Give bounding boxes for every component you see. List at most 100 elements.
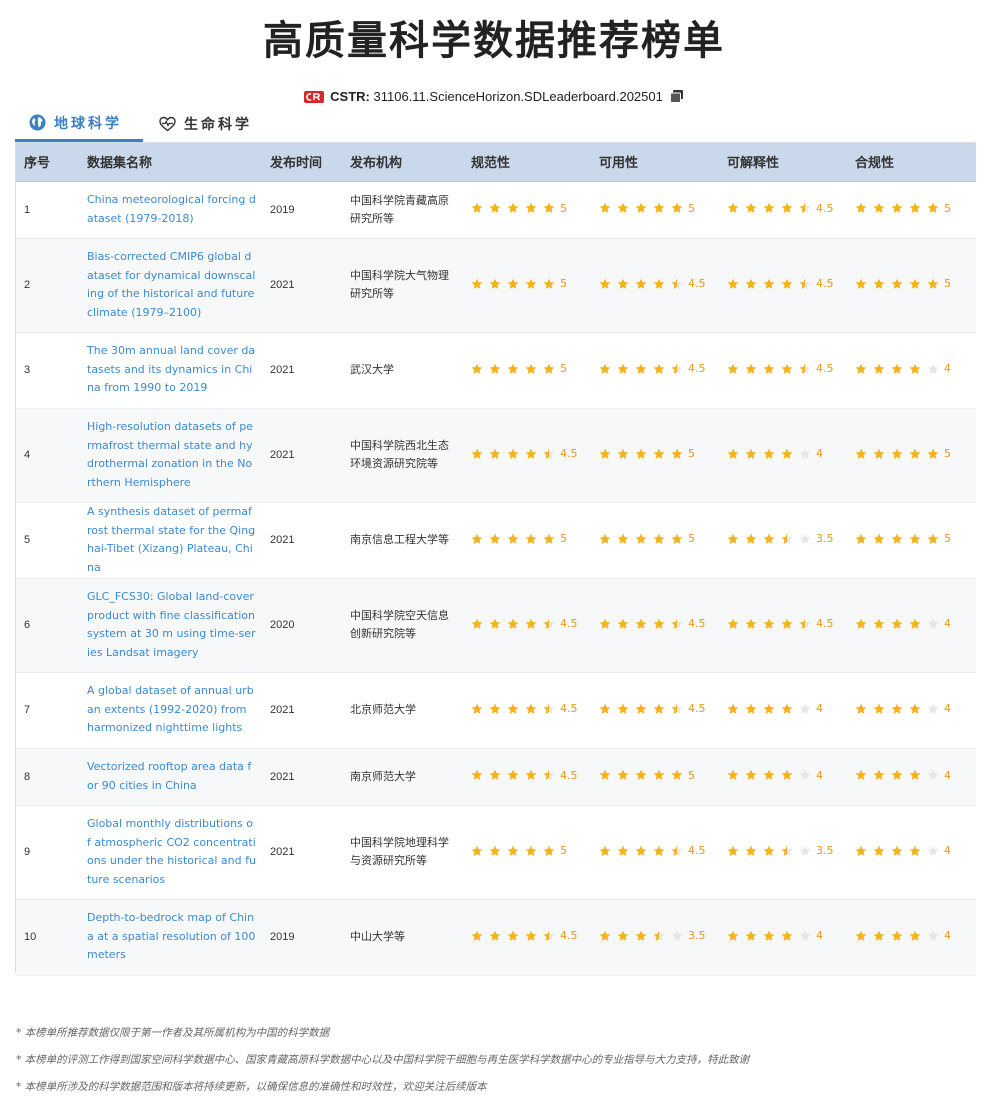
star-empty-icon (799, 769, 811, 781)
institution: 中国科学院空天信息创新研究院等 (342, 578, 463, 673)
star-icon (891, 202, 903, 214)
star-icon (745, 448, 757, 459)
star-rating: 4.5 (471, 447, 578, 460)
rating-score: 4 (944, 768, 951, 782)
star-icon (635, 845, 647, 856)
tab-earth-science[interactable]: 地球科学 (15, 106, 143, 142)
copy-icon[interactable] (670, 90, 684, 106)
rating-score: 5 (560, 201, 567, 215)
star-empty-icon (927, 363, 939, 374)
cstr-line: CSTR: 31106.11.ScienceHorizon.SDLeaderbo… (0, 89, 988, 106)
star-icon (873, 533, 885, 544)
star-icon (543, 363, 555, 374)
star-rating: 5 (599, 447, 695, 460)
star-icon (763, 533, 775, 544)
star-icon (855, 363, 867, 374)
star-icon (745, 930, 757, 941)
tab-life-science[interactable]: 生命科学 (159, 106, 252, 142)
rating-score: 4.5 (560, 702, 578, 716)
star-icon (489, 533, 501, 544)
star-rating: 4.5 (599, 844, 706, 857)
star-rating: 4.5 (599, 362, 706, 375)
release-year: 2019 (262, 899, 342, 976)
rating-score: 4.5 (816, 201, 834, 215)
star-half-icon (543, 618, 555, 629)
star-icon (471, 448, 483, 459)
header-index: 序号 (16, 143, 79, 182)
header-compliance: 合规性 (847, 143, 976, 182)
table-row: 7A global dataset of annual urban extent… (16, 672, 976, 749)
dataset-name-link[interactable]: Depth-to-bedrock map of China at a spati… (79, 899, 262, 976)
table-row: 9 Global monthly distributions of atmosph… (16, 805, 976, 900)
star-rating: 5 (599, 769, 695, 782)
rating-score: 5 (688, 768, 695, 782)
institution: 中山大学等 (342, 899, 463, 976)
star-icon (927, 533, 939, 544)
star-half-icon (543, 930, 555, 941)
star-empty-icon (927, 930, 939, 941)
star-icon (525, 533, 537, 544)
tab-earth-science-label: 地球科学 (54, 115, 122, 132)
table-header-row: 序号 数据集名称 发布时间 发布机构 规范性 可用性 可解释性 合规性 (16, 143, 976, 182)
star-icon (653, 845, 665, 856)
dataset-name-link[interactable]: Bias-corrected CMIP6 global dataset for … (79, 238, 262, 333)
rating-score: 5 (944, 201, 951, 215)
star-half-icon (799, 363, 811, 374)
rating-score: 5 (560, 532, 567, 546)
star-icon (727, 533, 739, 544)
rating-normativity: 5 (463, 805, 591, 900)
star-icon (507, 845, 519, 856)
star-icon (617, 278, 629, 289)
rating-score: 4 (944, 362, 951, 376)
star-icon (489, 703, 501, 714)
star-icon (471, 278, 483, 289)
star-icon (745, 618, 757, 629)
star-icon (671, 769, 683, 781)
row-index: 9 (16, 805, 79, 900)
star-rating: 4.5 (471, 702, 578, 715)
release-year: 2021 (262, 748, 342, 806)
rating-usability: 4.5 (591, 332, 719, 409)
dataset-name-link[interactable]: High-resolution datasets of permafrost t… (79, 408, 262, 503)
release-year: 2020 (262, 578, 342, 673)
rating-score: 4 (816, 768, 823, 782)
dataset-name-link[interactable]: A global dataset of annual urban extents… (79, 672, 262, 749)
star-icon (525, 618, 537, 629)
dataset-name-link[interactable]: China meteorological forcing dataset (19… (79, 181, 262, 239)
row-index: 10 (16, 899, 79, 976)
star-rating: 4.5 (727, 362, 834, 375)
rating-normativity: 4.5 (463, 899, 591, 976)
rating-score: 3.5 (816, 844, 834, 858)
star-icon (873, 202, 885, 214)
rating-normativity: 4.5 (463, 672, 591, 749)
star-icon (909, 930, 921, 941)
star-icon (471, 845, 483, 856)
star-rating: 4.5 (727, 617, 834, 630)
star-icon (763, 930, 775, 941)
institution: 中国科学院地理科学与资源研究所等 (342, 805, 463, 900)
star-icon (781, 202, 793, 214)
star-icon (745, 769, 757, 781)
star-icon (507, 533, 519, 544)
rating-usability: 5 (591, 181, 719, 239)
star-half-icon (653, 930, 665, 941)
star-icon (525, 278, 537, 289)
row-index: 7 (16, 672, 79, 749)
rating-compliance: 5 (847, 181, 976, 239)
star-rating: 4 (727, 769, 823, 782)
rating-interpretability: 4 (719, 408, 847, 503)
star-icon (617, 533, 629, 544)
dataset-name-link[interactable]: The 30m annual land cover datasets and i… (79, 332, 262, 409)
dataset-name-link[interactable]: A synthesis dataset of permafrost therma… (79, 502, 262, 579)
row-index: 5 (16, 502, 79, 579)
rating-compliance: 5 (847, 408, 976, 503)
dataset-name-link[interactable]: Global monthly distributions of atmosphe… (79, 805, 262, 900)
star-rating: 3.5 (727, 532, 834, 545)
dataset-name-link[interactable]: GLC_FCS30: Global land-cover product wit… (79, 578, 262, 673)
rating-score: 4.5 (816, 617, 834, 631)
star-half-icon (799, 278, 811, 289)
star-icon (599, 202, 611, 214)
star-rating: 4.5 (599, 702, 706, 715)
star-icon (891, 533, 903, 544)
dataset-name-link[interactable]: Vectorized rooftop area data for 90 citi… (79, 748, 262, 806)
